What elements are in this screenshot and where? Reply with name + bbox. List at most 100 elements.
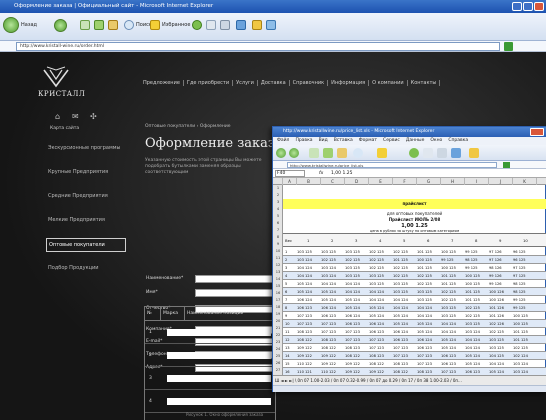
sidebar-item[interactable]: Крупные Предприятия	[46, 166, 126, 180]
sidebar-item[interactable]: Мелкие Предприятия	[46, 214, 126, 228]
table-cell[interactable]: 102 126	[489, 320, 504, 327]
table-cell[interactable]: 5	[285, 280, 287, 287]
table-cell[interactable]: 102 125	[513, 344, 528, 351]
table-cell[interactable]: 101 125	[465, 296, 480, 303]
table-cell[interactable]: 98 125	[513, 280, 526, 287]
table-cell[interactable]: 102 125	[393, 264, 408, 271]
row-input[interactable]	[167, 375, 271, 382]
messenger-icon[interactable]	[252, 19, 264, 31]
table-cell[interactable]: 102 125	[441, 288, 456, 295]
forward-arrow-icon[interactable]	[54, 19, 67, 32]
table-cell[interactable]: 101 125	[417, 264, 432, 271]
table-cell[interactable]: 108 122	[345, 352, 360, 359]
table-cell[interactable]: 99 125	[441, 256, 454, 263]
top-menu-item[interactable]: Доставка	[258, 80, 290, 86]
table-cell[interactable]: 104 124	[369, 288, 384, 295]
table-cell[interactable]: 102 125	[417, 272, 432, 279]
table-cell[interactable]: 100 125	[417, 256, 432, 263]
table-cell[interactable]: 110 122	[321, 368, 336, 375]
table-cell[interactable]: 103 125	[441, 312, 456, 319]
table-cell[interactable]: 106 123	[297, 304, 312, 311]
form-field[interactable]	[195, 275, 275, 283]
table-cell[interactable]: 106 124	[345, 312, 360, 319]
table-cell[interactable]: 96 125	[513, 248, 526, 255]
messenger-icon[interactable]	[469, 148, 479, 158]
table-cell[interactable]: 4	[285, 272, 287, 279]
menu-item[interactable]: Окно	[430, 137, 442, 145]
table-cell[interactable]: 103 124	[321, 264, 336, 271]
table-cell[interactable]: 102 125	[369, 256, 384, 263]
column-header[interactable]: F	[393, 178, 417, 185]
row-header[interactable]: 9	[273, 242, 283, 246]
menu-item[interactable]: Формат	[359, 137, 377, 145]
column-header[interactable]: G	[417, 178, 441, 185]
print-icon[interactable]	[220, 19, 232, 31]
table-cell[interactable]: 107 123	[345, 328, 360, 335]
table-cell[interactable]: 106 123	[345, 320, 360, 327]
row-header[interactable]: 6	[273, 221, 283, 225]
refresh-icon[interactable]	[94, 19, 106, 31]
table-cell[interactable]: 106 123	[321, 312, 336, 319]
table-cell[interactable]: 103 125	[345, 264, 360, 271]
table-cell[interactable]: 109 122	[369, 368, 384, 375]
table-cell[interactable]: 101 126	[489, 304, 504, 311]
column-header[interactable]: J	[489, 178, 513, 185]
table-cell[interactable]: 103 125	[489, 344, 504, 351]
table-cell[interactable]: 103 124	[297, 256, 312, 263]
mail-icon[interactable]	[206, 19, 218, 31]
table-cell[interactable]: 108 123	[369, 352, 384, 359]
table-cell[interactable]: 105 124	[321, 288, 336, 295]
table-cell[interactable]: 105 124	[297, 280, 312, 287]
row-header[interactable]: 12	[273, 263, 283, 267]
table-cell[interactable]: 104 124	[489, 360, 504, 367]
table-cell[interactable]: 8	[285, 304, 287, 311]
form-field[interactable]	[195, 289, 275, 297]
table-cell[interactable]: 107 123	[417, 360, 432, 367]
row-header[interactable]: 22	[273, 333, 283, 337]
row-header[interactable]: 3	[273, 200, 283, 204]
table-cell[interactable]: 1	[285, 248, 287, 255]
sidebar-item[interactable]: Подбор Продукции	[46, 262, 126, 276]
table-cell[interactable]: 104 124	[465, 336, 480, 343]
table-cell[interactable]: 104 124	[345, 280, 360, 287]
search-icon[interactable]	[353, 148, 363, 158]
column-header[interactable]: H	[441, 178, 465, 185]
table-cell[interactable]: 103 125	[441, 304, 456, 311]
table-cell[interactable]: 104 124	[297, 264, 312, 271]
history-icon[interactable]	[192, 19, 204, 31]
table-cell[interactable]: 108 123	[297, 328, 312, 335]
table-cell[interactable]: 97 125	[513, 264, 526, 271]
table-cell[interactable]: 108 123	[417, 368, 432, 375]
table-cell[interactable]: 15	[285, 360, 290, 367]
table-cell[interactable]: 104 124	[465, 344, 480, 351]
sidebar-item[interactable]: Оптовые покупатели	[46, 238, 126, 252]
row-input[interactable]	[167, 329, 271, 336]
table-cell[interactable]: 9	[285, 312, 287, 319]
minimize-icon[interactable]	[512, 2, 522, 11]
table-cell[interactable]: 103 125	[417, 296, 432, 303]
star-icon[interactable]	[377, 148, 387, 158]
table-cell[interactable]: 106 123	[417, 344, 432, 351]
menu-item[interactable]: Вид	[319, 137, 328, 145]
table-cell[interactable]: 99 125	[513, 296, 526, 303]
row-header[interactable]: 11	[273, 256, 283, 260]
sitemap-link[interactable]: Карта сайта	[50, 126, 79, 131]
table-cell[interactable]: 106 123	[441, 352, 456, 359]
row-header[interactable]: 18	[273, 305, 283, 309]
table-cell[interactable]: 106 123	[369, 328, 384, 335]
table-cell[interactable]: 7	[285, 296, 287, 303]
table-cell[interactable]: 3	[285, 264, 287, 271]
table-cell[interactable]: 103 125	[417, 288, 432, 295]
row-input[interactable]	[167, 352, 271, 359]
back-arrow-icon[interactable]	[3, 17, 19, 33]
table-cell[interactable]: 2	[285, 256, 287, 263]
table-cell[interactable]: 101 125	[513, 336, 528, 343]
table-cell[interactable]: 98 125	[465, 256, 478, 263]
column-header[interactable]: A	[283, 178, 297, 185]
table-cell[interactable]: 105 124	[345, 304, 360, 311]
menu-item[interactable]: Справка	[448, 137, 468, 145]
table-cell[interactable]: 106 124	[297, 296, 312, 303]
table-cell[interactable]: 99 125	[465, 264, 478, 271]
table-cell[interactable]: 103 124	[321, 272, 336, 279]
table-cell[interactable]: 102 125	[393, 272, 408, 279]
